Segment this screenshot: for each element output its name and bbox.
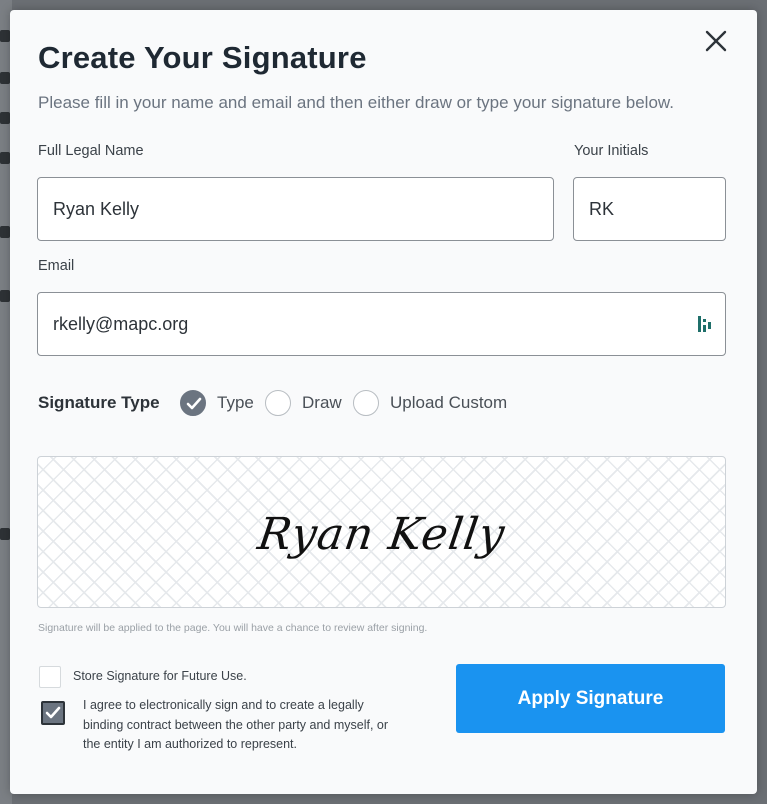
store-signature-label: Store Signature for Future Use. <box>73 669 247 683</box>
background-fragment <box>0 528 10 540</box>
background-fragment <box>0 112 10 124</box>
radio-type-label[interactable]: Type <box>217 393 254 413</box>
agree-label: I agree to electronically sign and to cr… <box>83 698 389 751</box>
radio-draw[interactable] <box>265 390 291 416</box>
background-fragment <box>0 290 10 302</box>
background-fragment <box>0 226 10 238</box>
password-manager-icon[interactable] <box>698 316 712 332</box>
full-name-input[interactable] <box>37 177 554 241</box>
signature-preview[interactable]: Ryan Kelly <box>37 456 726 608</box>
signature-preview-text: Ryan Kelly <box>254 509 509 560</box>
radio-type[interactable] <box>180 390 206 416</box>
signature-type-label: Signature Type <box>38 393 160 412</box>
modal-title: Create Your Signature <box>38 40 367 75</box>
radio-upload-custom[interactable] <box>353 390 379 416</box>
radio-upload-custom-label[interactable]: Upload Custom <box>390 393 507 413</box>
background-fragment <box>0 72 10 84</box>
check-icon <box>45 706 61 719</box>
email-label: Email <box>38 258 75 274</box>
signature-hint: Signature will be applied to the page. Y… <box>38 622 428 634</box>
email-field-wrapper <box>37 292 726 356</box>
email-input[interactable] <box>37 292 726 356</box>
background-fragment <box>0 152 10 164</box>
signature-modal: Create Your Signature Please fill in you… <box>10 10 757 794</box>
agree-checkbox[interactable] <box>41 701 65 725</box>
modal-subtitle: Please fill in your name and email and t… <box>38 93 674 112</box>
apply-signature-button[interactable]: Apply Signature <box>456 664 725 733</box>
close-button[interactable] <box>703 28 729 54</box>
full-name-label: Full Legal Name <box>38 143 144 159</box>
initials-label: Your Initials <box>574 143 649 159</box>
store-signature-checkbox[interactable] <box>39 666 61 688</box>
close-icon <box>705 30 727 52</box>
initials-input[interactable] <box>573 177 726 241</box>
background-fragment <box>0 30 10 42</box>
check-icon <box>186 397 202 410</box>
radio-draw-label[interactable]: Draw <box>302 393 342 413</box>
